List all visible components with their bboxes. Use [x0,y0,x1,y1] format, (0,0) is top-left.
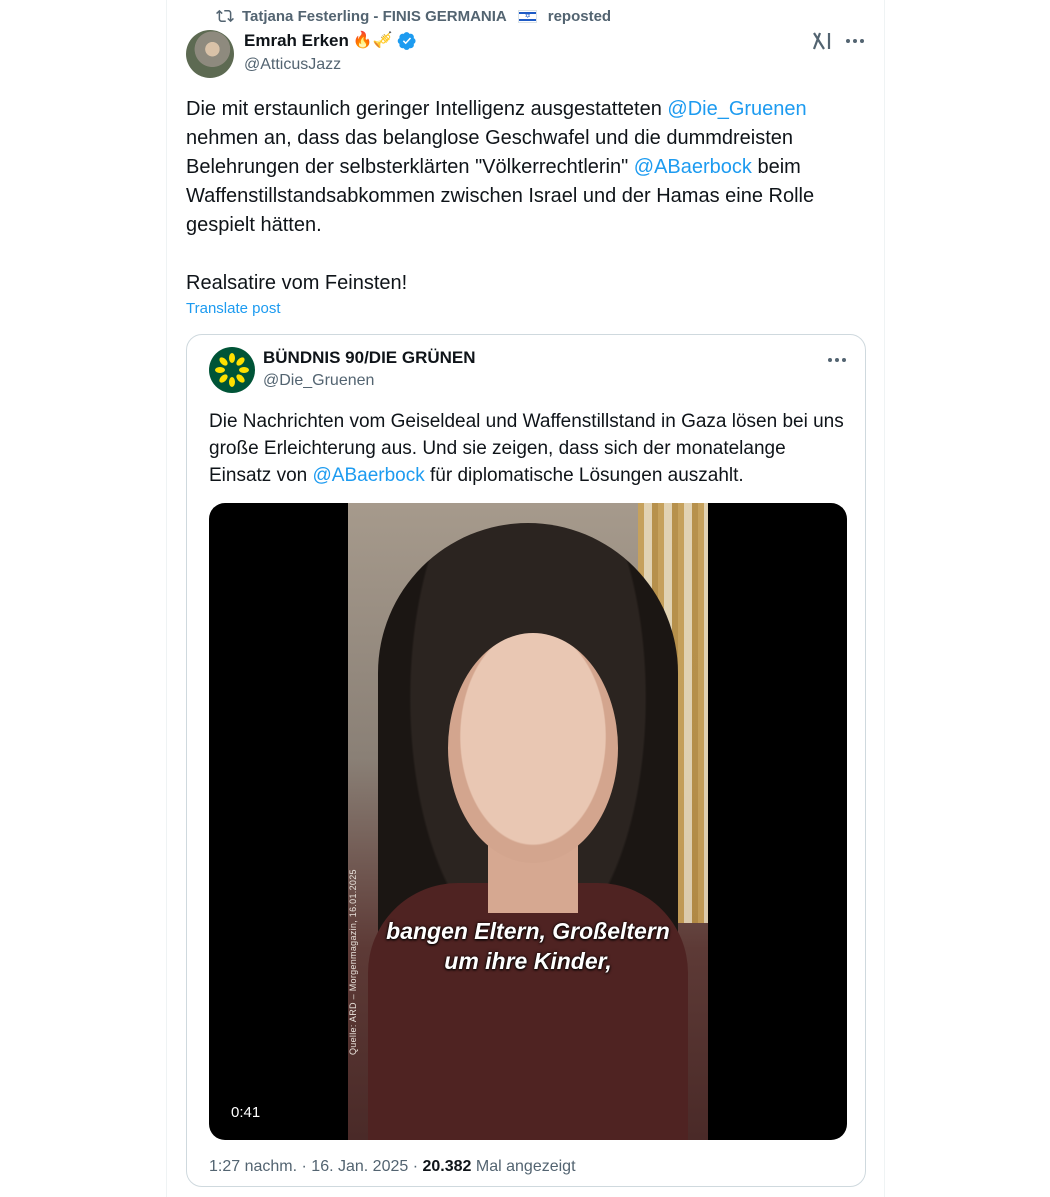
repost-suffix: reposted [547,7,612,25]
quoted-author-name[interactable]: BÜNDNIS 90/DIE GRÜNEN [263,348,476,368]
repost-icon [216,9,234,23]
quoted-text-part: für diplomatische Lösungen auszahlt. [424,465,744,486]
quoted-author-avatar[interactable] [209,347,255,393]
video-player[interactable]: Quelle: ARD – Morgenmagazin, 16.01.2025 … [209,503,847,1140]
post-time[interactable]: 1:27 nachm. [209,1158,297,1175]
more-icon[interactable] [843,30,867,52]
author-avatar[interactable] [186,30,234,78]
quoted-post-meta: 1:27 nachm. · 16. Jan. 2025 · 20.382 Mal… [209,1158,576,1176]
video-frame [348,503,708,1140]
person-face [448,633,618,863]
mention-link[interactable]: @ABaerbock [634,156,752,178]
post-text-part: Die mit erstaunlich geringer Intelligenz… [186,98,668,120]
mention-link[interactable]: @ABaerbock [313,465,425,486]
video-duration: 0:41 [225,1103,267,1122]
meta-separator: · [412,1158,419,1175]
view-count: 20.382 [422,1158,472,1175]
author-name[interactable]: Emrah Erken [244,31,349,51]
sunflower-icon [215,353,249,387]
repost-indicator[interactable]: Tatjana Festerling - FINIS GERMANIA ✡ re… [216,5,611,27]
meta-separator: · [301,1158,307,1175]
verified-icon [397,32,416,50]
author-handle[interactable]: @AtticusJazz [244,56,341,74]
quoted-post-text: Die Nachrichten vom Geiseldeal und Waffe… [209,408,849,489]
reposter-name[interactable]: Tatjana Festerling - FINIS GERMANIA [242,8,507,25]
more-icon[interactable] [825,349,849,371]
post-closing: Realsatire vom Feinsten! [186,272,408,294]
grok-icon[interactable] [810,30,834,52]
israel-flag-icon: ✡ [517,9,537,23]
subtitle-line: um ihre Kinder, [444,948,612,974]
views-label: Mal angezeigt [475,1158,576,1175]
post-date[interactable]: 16. Jan. 2025 [311,1158,408,1175]
video-subtitle: bangen Eltern, Großeltern um ihre Kinder… [348,916,708,976]
author-name-row[interactable]: Emrah Erken 🔥🎺 [244,30,417,52]
subtitle-line: bangen Eltern, Großeltern [386,918,670,944]
post-text: Die mit erstaunlich geringer Intelligenz… [186,95,866,298]
quoted-author-handle[interactable]: @Die_Gruenen [263,372,374,390]
mention-link[interactable]: @Die_Gruenen [667,98,806,120]
translate-post-link[interactable]: Translate post [186,300,281,317]
author-emojis: 🔥🎺 [352,32,393,49]
